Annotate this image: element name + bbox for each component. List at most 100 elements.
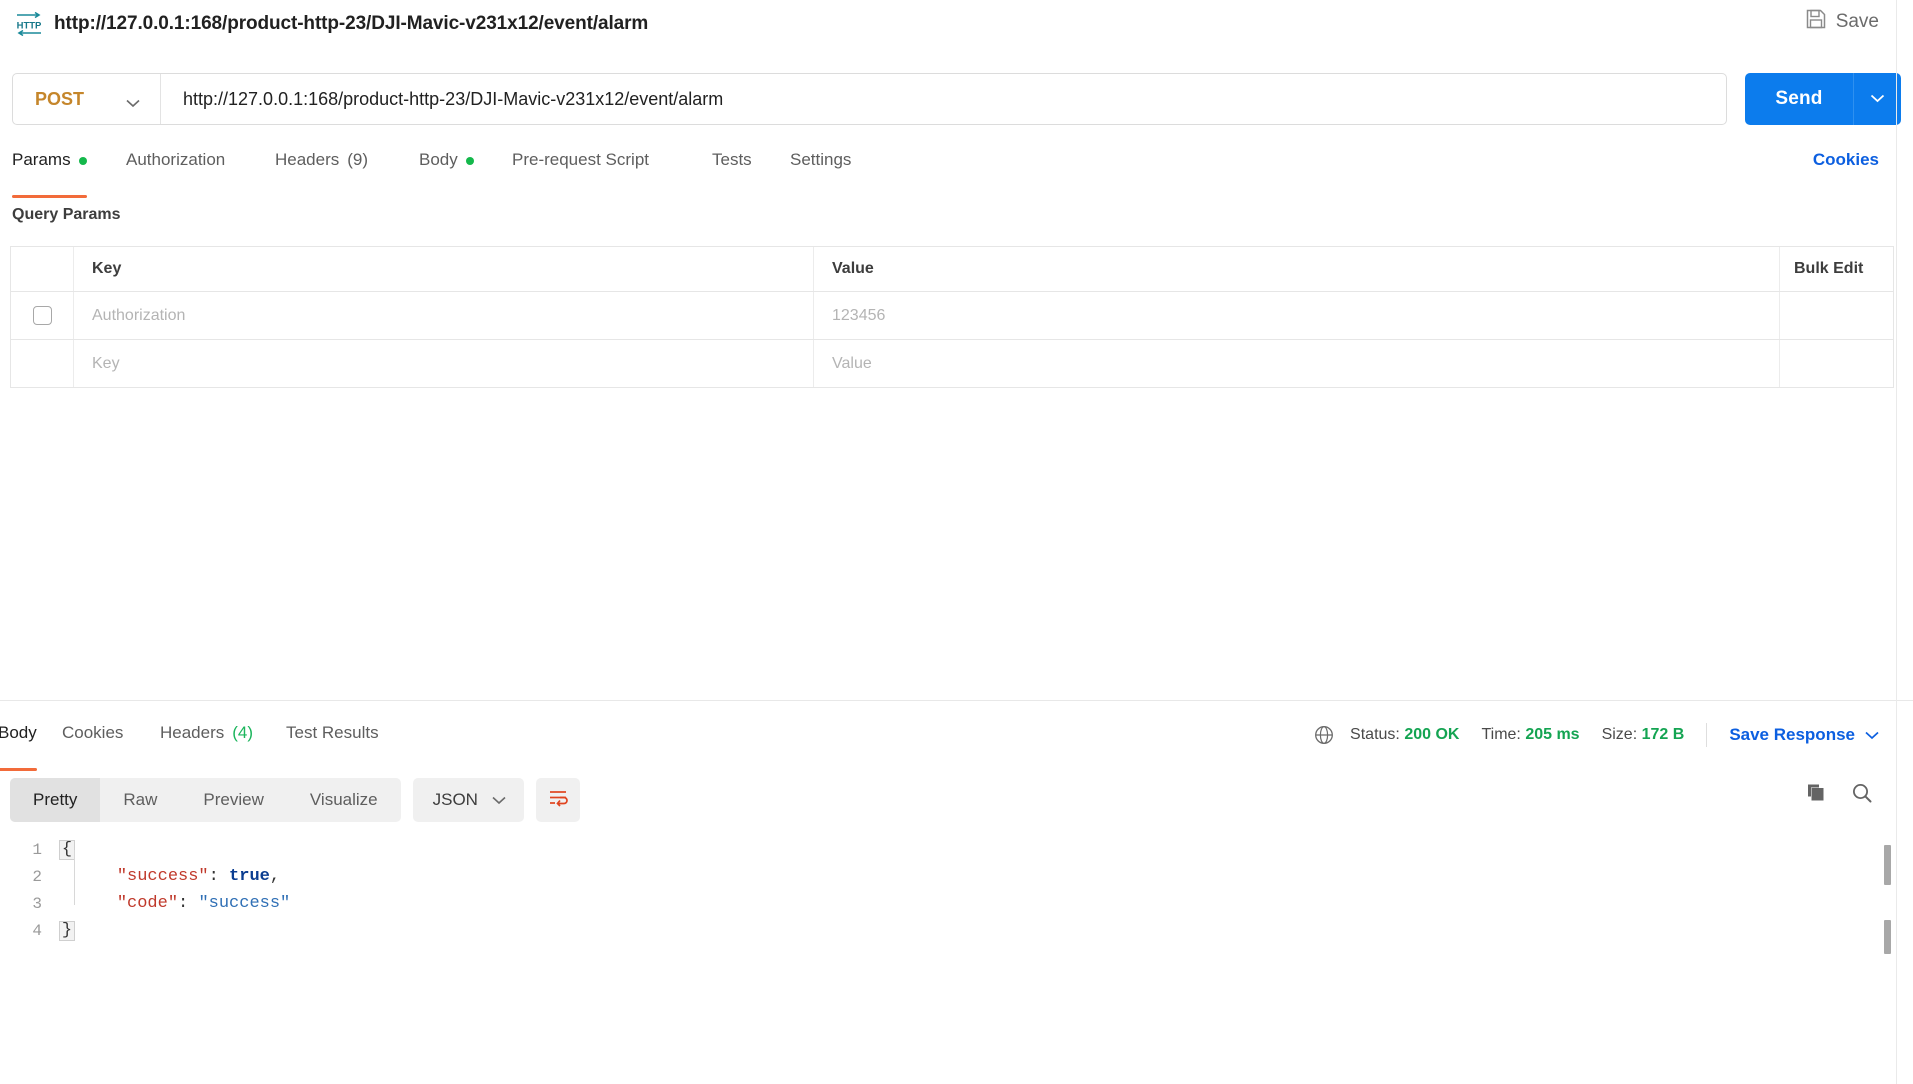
response-format-toolbar: Pretty Raw Preview Visualize JSON — [10, 778, 580, 822]
column-header-key: Key — [74, 247, 814, 291]
param-key-input[interactable]: Key — [74, 340, 814, 387]
tab-pre-request-script[interactable]: Pre-request Script — [512, 150, 649, 190]
tab-label: Params — [12, 150, 71, 169]
format-visualize[interactable]: Visualize — [287, 778, 401, 822]
unsaved-dot-icon — [465, 157, 474, 165]
response-tab-test-results[interactable]: Test Results — [286, 723, 379, 763]
request-url-bar: POST — [12, 73, 1727, 125]
request-title: http://127.0.0.1:168/product-http-23/DJI… — [54, 13, 649, 34]
tab-label: Authorization — [126, 150, 226, 169]
chevron-down-icon — [492, 790, 506, 810]
response-tab-body[interactable]: Body — [0, 723, 37, 771]
line-number: 3 — [32, 894, 42, 913]
response-meta: Status: 200 OK Time: 205 ms Size: 172 B … — [1314, 723, 1879, 747]
chevron-down-icon — [126, 95, 140, 107]
row-actions-cell — [1780, 340, 1893, 387]
row-checkbox[interactable] — [32, 306, 52, 325]
response-tab-cookies[interactable]: Cookies — [62, 723, 123, 763]
active-tab-underline — [12, 195, 87, 198]
svg-text:HTTP: HTTP — [17, 21, 42, 32]
status-value: 200 OK — [1404, 726, 1460, 743]
tab-label: Tests — [712, 150, 752, 169]
time-value: 205 ms — [1525, 726, 1580, 743]
send-button[interactable]: Send — [1745, 73, 1853, 125]
column-header-value: Value — [814, 247, 1780, 291]
query-params-title: Query Params — [12, 206, 121, 223]
method-label: POST — [35, 88, 85, 109]
title-bar: HTTP http://127.0.0.1:168/product-http-2… — [0, 0, 1913, 48]
bulk-edit-button[interactable]: Bulk Edit — [1780, 247, 1893, 291]
tab-label: Headers — [275, 150, 340, 169]
code-content: "code": "success" — [116, 894, 291, 913]
scrollbar-thumb[interactable] — [1884, 845, 1891, 885]
floppy-disk-icon — [1805, 8, 1827, 35]
query-params-table: Key Value Bulk Edit Authorization 123456… — [10, 246, 1894, 388]
tab-authorization[interactable]: Authorization — [126, 150, 225, 190]
method-selector[interactable]: POST — [13, 74, 161, 124]
code-fold-brace[interactable]: } — [58, 920, 76, 941]
format-raw[interactable]: Raw — [100, 778, 180, 822]
table-header-row: Key Value Bulk Edit — [11, 247, 1893, 292]
tab-label: Pre-request Script — [512, 150, 649, 169]
save-response-label: Save Response — [1729, 725, 1855, 744]
word-wrap-icon — [547, 788, 569, 813]
code-fold-brace[interactable]: { — [58, 839, 76, 860]
time-label: Time: — [1481, 726, 1521, 743]
language-selector[interactable]: JSON — [412, 778, 524, 822]
tab-settings[interactable]: Settings — [790, 150, 851, 190]
row-checkbox-cell — [11, 340, 74, 387]
code-line: 2 "success": true, — [0, 863, 1913, 890]
tab-body[interactable]: Body — [419, 150, 474, 190]
table-row: Key Value — [11, 340, 1893, 388]
status-label: Status: — [1350, 726, 1400, 743]
scrollbar-thumb-secondary[interactable] — [1884, 920, 1891, 954]
chevron-down-icon — [1865, 725, 1879, 745]
tab-label: Test Results — [286, 723, 379, 742]
tab-count: (4) — [232, 723, 254, 742]
select-all-cell — [11, 247, 74, 291]
unsaved-dot-icon — [78, 157, 87, 165]
code-content: "success": true, — [116, 867, 281, 886]
tab-count: (9) — [347, 150, 369, 169]
send-options-button[interactable] — [1853, 73, 1901, 125]
request-tabs: Params Authorization Headers (9) Body Pr… — [0, 150, 1913, 198]
tab-label: Headers — [160, 723, 225, 742]
param-value-input[interactable]: 123456 — [814, 292, 1780, 339]
tab-params[interactable]: Params — [12, 150, 87, 198]
tab-tests[interactable]: Tests — [712, 150, 752, 190]
format-preview[interactable]: Preview — [180, 778, 286, 822]
tab-label: Settings — [790, 150, 852, 169]
line-number: 1 — [32, 840, 42, 859]
format-pretty[interactable]: Pretty — [10, 778, 101, 822]
code-line: 4 } — [0, 917, 1913, 944]
search-icon[interactable] — [1851, 782, 1873, 809]
pane-divider[interactable] — [0, 700, 1913, 701]
param-value-input[interactable]: Value — [814, 340, 1780, 387]
format-segmented-control: Pretty Raw Preview Visualize — [10, 778, 401, 822]
line-number: 2 — [32, 867, 42, 886]
send-button-group: Send — [1745, 73, 1901, 125]
row-actions-cell — [1780, 292, 1893, 339]
param-key-input[interactable]: Authorization — [74, 292, 814, 339]
tab-label: Body — [419, 150, 458, 169]
response-body-code[interactable]: 1 { 2 "success": true, 3 "code": "succes… — [0, 836, 1913, 1036]
save-button[interactable]: Save — [1805, 8, 1879, 35]
copy-icon[interactable] — [1805, 782, 1827, 809]
cookies-link[interactable]: Cookies — [1813, 150, 1879, 170]
line-number: 4 — [32, 921, 42, 940]
save-response-button[interactable]: Save Response — [1729, 725, 1879, 745]
language-label: JSON — [432, 790, 478, 809]
response-tab-headers[interactable]: Headers (4) — [160, 723, 253, 763]
save-button-label: Save — [1835, 10, 1879, 32]
send-button-label: Send — [1775, 88, 1823, 109]
code-line: 1 { — [0, 836, 1913, 863]
tab-label: Body — [0, 723, 37, 742]
row-checkbox-cell — [11, 292, 74, 339]
tab-headers[interactable]: Headers (9) — [275, 150, 368, 190]
url-input[interactable] — [161, 74, 1726, 124]
meta-divider — [1706, 723, 1708, 747]
tab-label: Cookies — [62, 723, 124, 742]
http-icon: HTTP — [14, 11, 44, 37]
word-wrap-button[interactable] — [535, 778, 580, 822]
size-label: Size: — [1601, 726, 1638, 743]
